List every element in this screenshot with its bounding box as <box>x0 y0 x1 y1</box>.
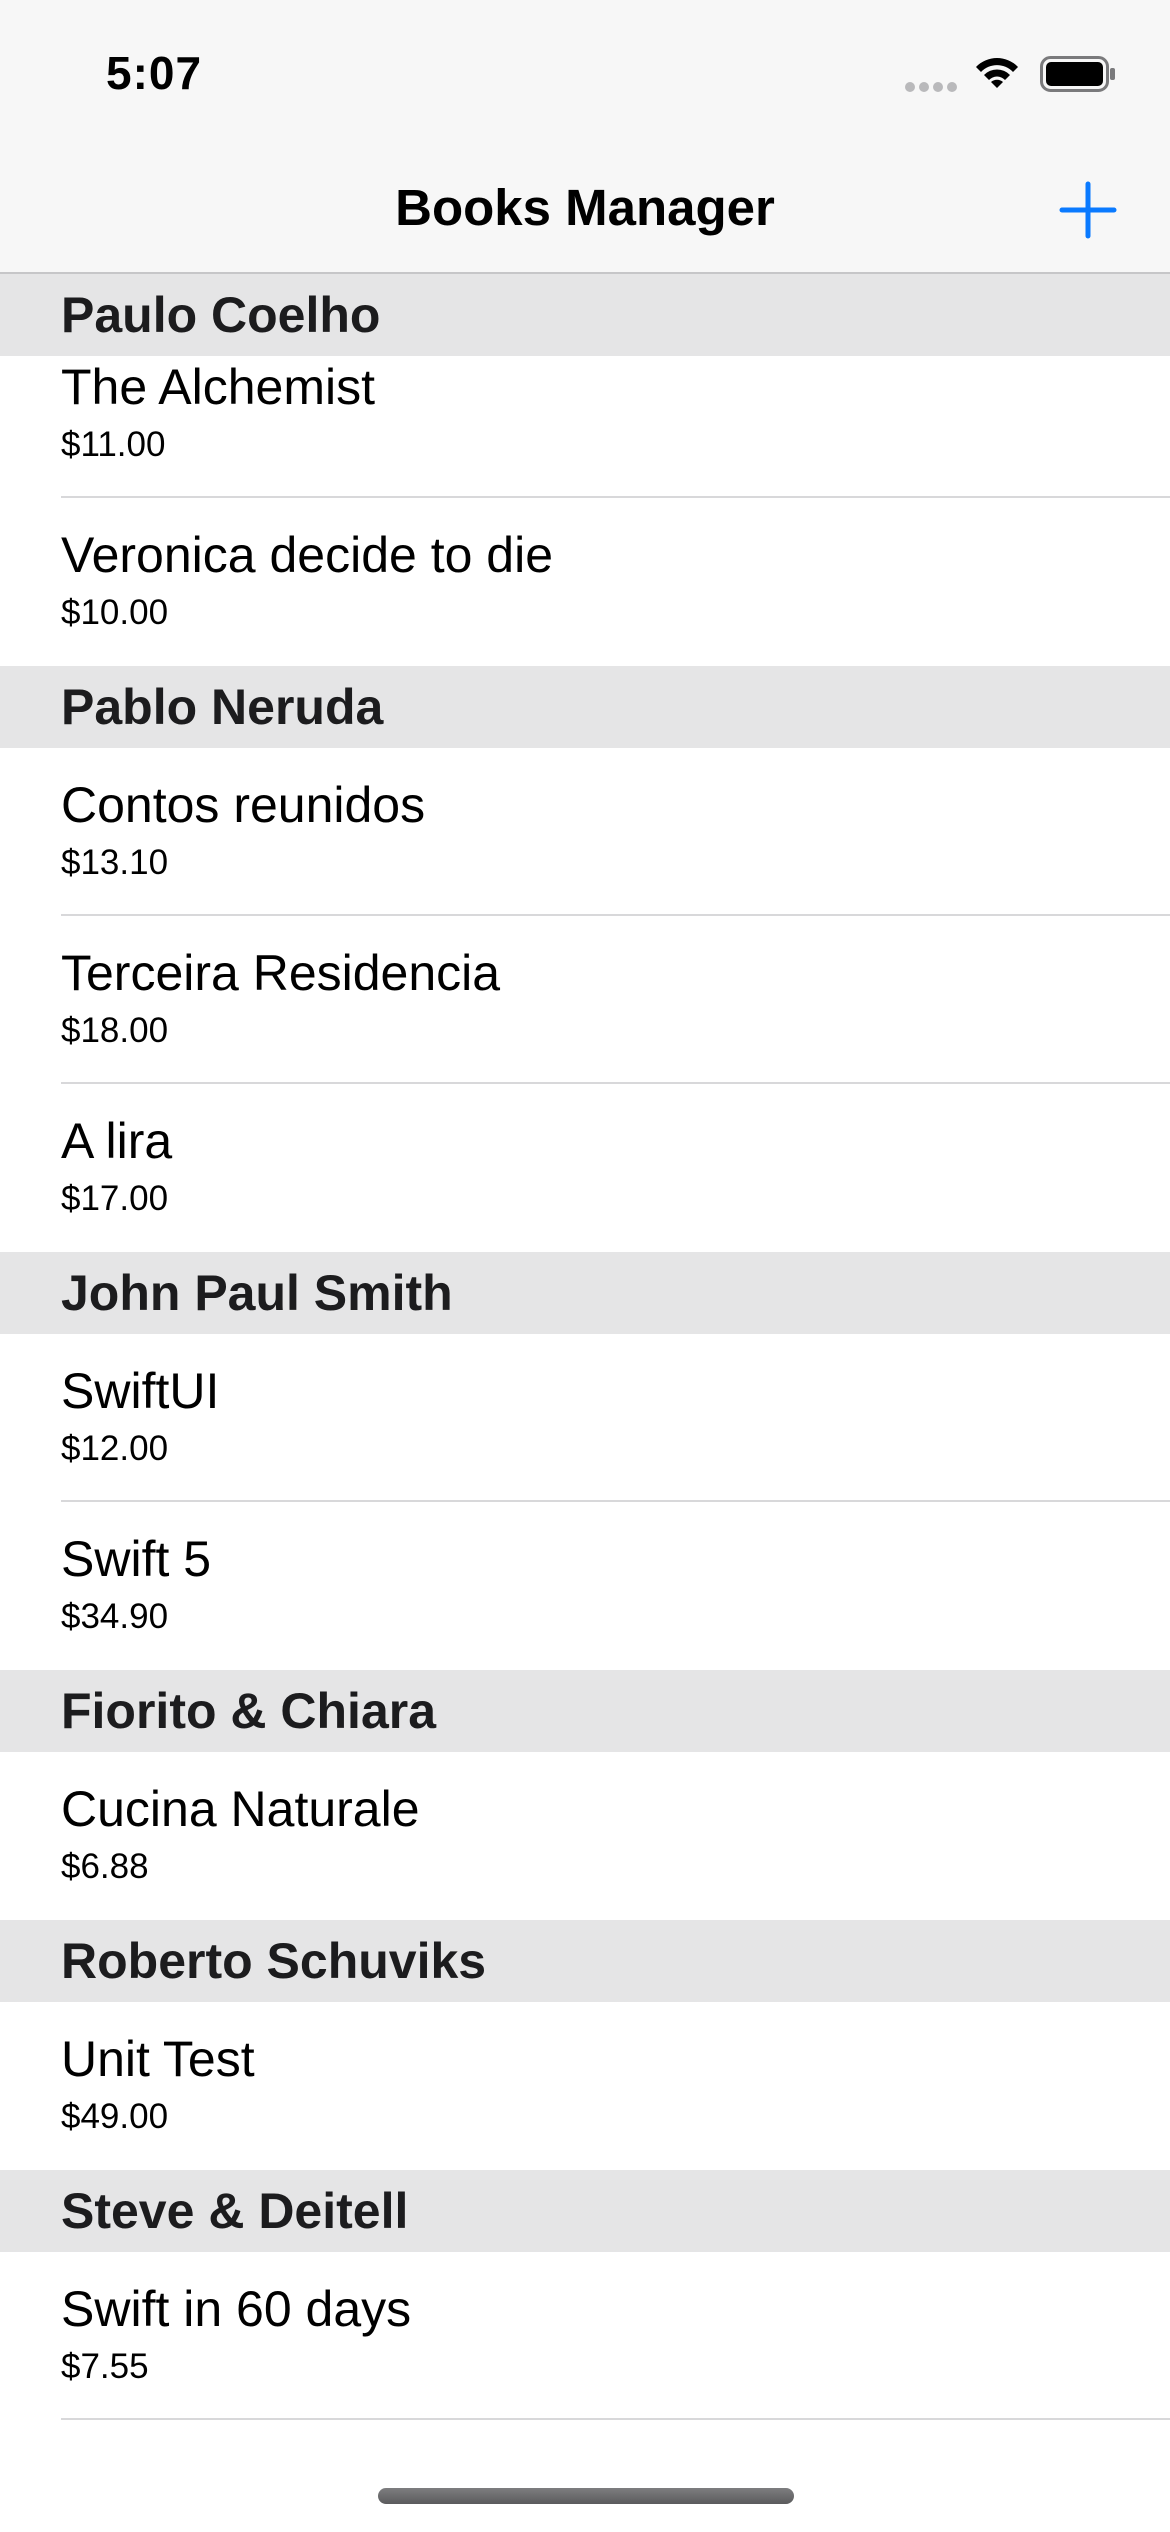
book-price: $13.10 <box>61 843 169 882</box>
book-title: Swift 5 <box>61 1531 212 1587</box>
section-author: Pablo Neruda <box>61 679 384 735</box>
book-price: $12.00 <box>61 1429 169 1468</box>
section-header: Paulo Coelho <box>0 274 1170 356</box>
wifi-icon <box>976 58 1018 88</box>
status-time: 5:07 <box>106 47 203 99</box>
book-price: $10.00 <box>61 593 169 632</box>
book-title: Swift in 60 days <box>61 2281 412 2337</box>
section-header: Fiorito & Chiara <box>0 1670 1170 1752</box>
section-author: John Paul Smith <box>61 1265 453 1321</box>
add-book-button[interactable] <box>1058 180 1118 240</box>
book-row[interactable]: Terceira Residencia $18.00 <box>0 916 1170 1084</box>
book-row[interactable]: Swift 5 $34.90 <box>0 1502 1170 1670</box>
section-author: Fiorito & Chiara <box>61 1683 437 1739</box>
book-title: Unit Test <box>61 2031 255 2087</box>
book-price: $34.90 <box>61 1597 169 1636</box>
row-separator <box>61 2418 1170 2420</box>
book-row[interactable]: The Alchemist $11.00 <box>0 356 1170 498</box>
book-title: Contos reunidos <box>61 777 426 833</box>
app-screen: 5:07 Books Manager Paulo Coelho The Alch… <box>0 0 1170 2532</box>
section-author: Paulo Coelho <box>61 287 381 343</box>
book-price: $11.00 <box>61 425 166 464</box>
section-author: Steve & Deitell <box>61 2183 409 2239</box>
section-header: Steve & Deitell <box>0 2170 1170 2252</box>
book-title: The Alchemist <box>61 359 376 415</box>
section-header: Roberto Schuviks <box>0 1920 1170 2002</box>
book-title: Veronica decide to die <box>61 527 554 583</box>
book-price: $6.88 <box>61 1847 149 1886</box>
section-header: John Paul Smith <box>0 1252 1170 1334</box>
section-author: Roberto Schuviks <box>61 1933 487 1989</box>
book-row[interactable]: Unit Test $49.00 <box>0 2002 1170 2170</box>
book-row[interactable]: SwiftUI $12.00 <box>0 1334 1170 1502</box>
cellular-signal-icon <box>905 82 957 92</box>
book-title: A lira <box>61 1113 173 1169</box>
books-list[interactable]: Paulo Coelho The Alchemist $11.00 Veroni… <box>0 274 1170 2420</box>
book-title: Cucina Naturale <box>61 1781 420 1837</box>
book-row[interactable]: Contos reunidos $13.10 <box>0 748 1170 916</box>
book-price: $17.00 <box>61 1179 169 1218</box>
book-title: SwiftUI <box>61 1363 220 1419</box>
book-row[interactable]: Veronica decide to die $10.00 <box>0 498 1170 666</box>
home-indicator[interactable] <box>378 2488 794 2504</box>
plus-icon <box>1059 181 1117 239</box>
page-title: Books Manager <box>395 179 775 236</box>
book-price: $7.55 <box>61 2347 149 2386</box>
book-row[interactable]: Cucina Naturale $6.88 <box>0 1752 1170 1920</box>
navigation-bar: Books Manager <box>0 140 1170 274</box>
book-price: $18.00 <box>61 1011 169 1050</box>
status-bar: 5:07 <box>0 0 1170 140</box>
book-price: $49.00 <box>61 2097 169 2136</box>
book-row[interactable]: Swift in 60 days $7.55 <box>0 2252 1170 2420</box>
battery-icon <box>1040 56 1115 92</box>
book-row[interactable]: A lira $17.00 <box>0 1084 1170 1252</box>
section-header: Pablo Neruda <box>0 666 1170 748</box>
book-title: Terceira Residencia <box>61 945 501 1001</box>
